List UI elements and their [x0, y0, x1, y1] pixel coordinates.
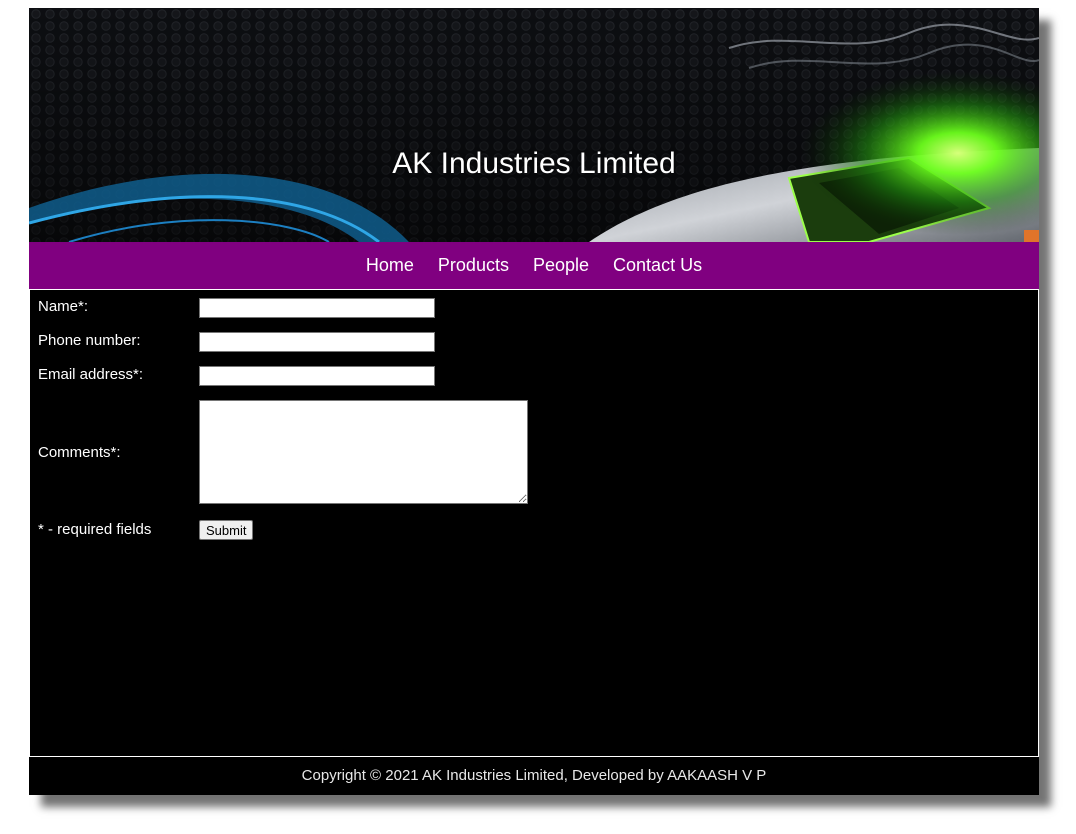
contact-form: Name*: Phone number: Email address*: Com… [29, 290, 1039, 757]
site-title: AK Industries Limited [392, 147, 676, 180]
nav-link-people[interactable]: People [533, 255, 589, 276]
phone-label: Phone number: [38, 332, 141, 349]
nav-link-products[interactable]: Products [438, 255, 509, 276]
main-navigation: Home Products People Contact Us [29, 242, 1039, 290]
email-label: Email address*: [38, 366, 144, 383]
name-input[interactable] [199, 298, 435, 318]
banner-artwork [29, 8, 1039, 242]
nav-link-home[interactable]: Home [366, 255, 414, 276]
submit-button[interactable]: Submit [199, 520, 254, 540]
page-container: AK Industries Limited Home Products Peop… [29, 8, 1039, 795]
header-banner: AK Industries Limited [29, 8, 1039, 242]
nav-link-contact-us[interactable]: Contact Us [613, 255, 702, 276]
phone-input[interactable] [199, 332, 435, 352]
name-label: Name*: [38, 298, 89, 315]
email-input[interactable] [199, 366, 435, 386]
comments-label: Comments*: [38, 444, 121, 461]
comments-textarea[interactable] [199, 400, 528, 504]
footer-copyright: Copyright © 2021 AK Industries Limited, … [29, 757, 1039, 795]
required-fields-note: * - required fields [38, 521, 152, 538]
